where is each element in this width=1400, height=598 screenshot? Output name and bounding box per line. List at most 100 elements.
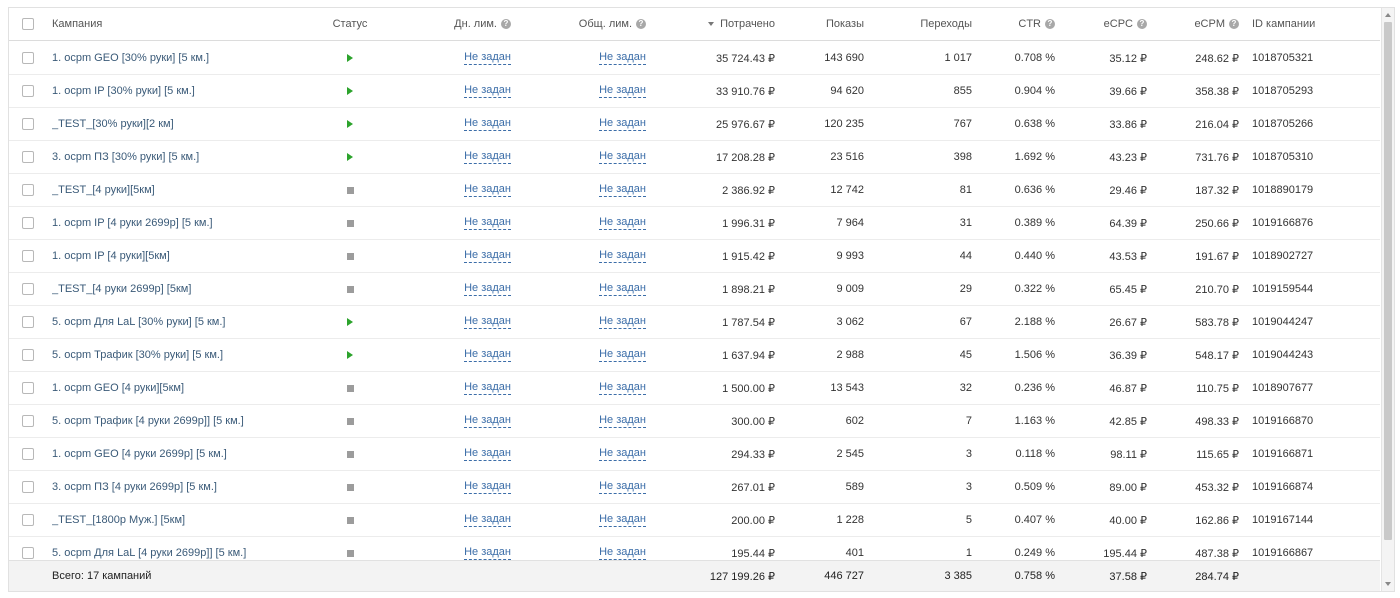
total-limit-link[interactable]: Не задан: [599, 414, 646, 428]
status-cell[interactable]: [320, 471, 380, 503]
total-limit-link[interactable]: Не задан: [599, 513, 646, 527]
row-checkbox-cell[interactable]: [22, 306, 36, 338]
scrollbar-thumb[interactable]: [1384, 22, 1392, 540]
total-limit-link[interactable]: Не задан: [599, 546, 646, 560]
daily-limit-link[interactable]: Не задан: [464, 216, 511, 230]
table-row[interactable]: _TEST_[1800р Муж.] [5км] Не задан Не задан…: [9, 504, 1380, 537]
daily-limit-link[interactable]: Не задан: [464, 480, 511, 494]
campaign-name-link[interactable]: 1. ocpm GEO [4 руки 2699р] [5 км.]: [52, 448, 227, 460]
header-ecpm[interactable]: eCPM?: [1159, 8, 1239, 40]
row-checkbox[interactable]: [22, 217, 34, 229]
row-checkbox[interactable]: [22, 184, 34, 196]
total-limit-link[interactable]: Не задан: [599, 117, 646, 131]
table-row[interactable]: 1. ocpm GEO [4 руки][5км] Не задан Не зада…: [9, 372, 1380, 405]
table-row[interactable]: 1. ocpm IP [30% руки] [5 км.] Не задан Не …: [9, 75, 1380, 108]
play-icon[interactable]: [347, 153, 353, 161]
row-checkbox[interactable]: [22, 85, 34, 97]
stopped-square-icon[interactable]: [346, 483, 354, 491]
row-checkbox[interactable]: [22, 547, 34, 559]
play-icon[interactable]: [347, 351, 353, 359]
total-limit-link[interactable]: Не задан: [599, 381, 646, 395]
row-checkbox-cell[interactable]: [22, 471, 36, 503]
row-checkbox-cell[interactable]: [22, 75, 36, 107]
total-limit-link[interactable]: Не задан: [599, 216, 646, 230]
play-icon[interactable]: [347, 87, 353, 95]
row-checkbox[interactable]: [22, 52, 34, 64]
header-campaign-id[interactable]: ID кампании: [1252, 8, 1352, 40]
stopped-square-icon[interactable]: [346, 285, 354, 293]
total-limit-link[interactable]: Не задан: [599, 249, 646, 263]
row-checkbox[interactable]: [22, 151, 34, 163]
total-limit-link[interactable]: Не задан: [599, 84, 646, 98]
table-row[interactable]: 3. ocpm ПЗ [4 руки 2699р] [5 км.] Не зада…: [9, 471, 1380, 504]
row-checkbox-cell[interactable]: [22, 405, 36, 437]
header-spent[interactable]: Потрачено: [679, 8, 775, 40]
status-cell[interactable]: [320, 339, 380, 371]
play-icon[interactable]: [347, 120, 353, 128]
row-checkbox[interactable]: [22, 283, 34, 295]
row-checkbox-cell[interactable]: [22, 273, 36, 305]
header-impressions[interactable]: Показы: [779, 8, 864, 40]
header-total-limit[interactable]: Общ. лим.?: [575, 8, 646, 40]
campaign-name-link[interactable]: 1. ocpm GEO [30% руки] [5 км.]: [52, 52, 209, 64]
row-checkbox-cell[interactable]: [22, 207, 36, 239]
table-row[interactable]: 3. ocpm ПЗ [30% руки] [5 км.] Не задан Не …: [9, 141, 1380, 174]
help-icon[interactable]: ?: [1045, 19, 1055, 29]
stopped-square-icon[interactable]: [346, 516, 354, 524]
status-cell[interactable]: [320, 108, 380, 140]
header-daily-limit[interactable]: Дн. лим.?: [439, 8, 511, 40]
play-icon[interactable]: [347, 54, 353, 62]
status-cell[interactable]: [320, 42, 380, 74]
total-limit-link[interactable]: Не задан: [599, 150, 646, 164]
status-cell[interactable]: [320, 174, 380, 206]
total-limit-link[interactable]: Не задан: [599, 348, 646, 362]
row-checkbox[interactable]: [22, 514, 34, 526]
row-checkbox[interactable]: [22, 349, 34, 361]
table-row[interactable]: 1. ocpm GEO [4 руки 2699р] [5 км.] Не зад…: [9, 438, 1380, 471]
total-limit-link[interactable]: Не задан: [599, 447, 646, 461]
help-icon[interactable]: ?: [501, 19, 511, 29]
status-cell[interactable]: [320, 405, 380, 437]
stopped-square-icon[interactable]: [346, 417, 354, 425]
status-cell[interactable]: [320, 306, 380, 338]
vertical-scrollbar[interactable]: [1381, 8, 1394, 591]
stopped-square-icon[interactable]: [346, 252, 354, 260]
table-row[interactable]: _TEST_[4 руки][5км] Не задан Не задан 2 386…: [9, 174, 1380, 207]
total-limit-link[interactable]: Не задан: [599, 282, 646, 296]
campaign-name-link[interactable]: 5. ocpm Для LaL [30% руки] [5 км.]: [52, 316, 225, 328]
campaign-name-link[interactable]: 1. ocpm IP [4 руки 2699р] [5 км.]: [52, 217, 213, 229]
help-icon[interactable]: ?: [636, 19, 646, 29]
daily-limit-link[interactable]: Не задан: [464, 348, 511, 362]
row-checkbox[interactable]: [22, 250, 34, 262]
stopped-square-icon[interactable]: [346, 450, 354, 458]
total-limit-link[interactable]: Не задан: [599, 183, 646, 197]
help-icon[interactable]: ?: [1229, 19, 1239, 29]
stopped-square-icon[interactable]: [346, 384, 354, 392]
row-checkbox-cell[interactable]: [22, 339, 36, 371]
stopped-square-icon[interactable]: [346, 549, 354, 557]
campaign-name-link[interactable]: 5. ocpm Трафик [4 руки 2699р]] [5 км.]: [52, 415, 244, 427]
help-icon[interactable]: ?: [1137, 19, 1147, 29]
play-icon[interactable]: [347, 318, 353, 326]
campaign-name-link[interactable]: _TEST_[4 руки 2699р] [5км]: [52, 283, 191, 295]
status-cell[interactable]: [320, 273, 380, 305]
campaign-name-link[interactable]: 3. ocpm ПЗ [4 руки 2699р] [5 км.]: [52, 481, 217, 493]
status-cell[interactable]: [320, 207, 380, 239]
table-row[interactable]: 5. ocpm Трафик [4 руки 2699р]] [5 км.] Не…: [9, 405, 1380, 438]
stopped-square-icon[interactable]: [346, 219, 354, 227]
daily-limit-link[interactable]: Не задан: [464, 249, 511, 263]
row-checkbox-cell[interactable]: [22, 438, 36, 470]
header-ecpc[interactable]: eCPC?: [1069, 8, 1147, 40]
table-row[interactable]: 1. ocpm IP [4 руки 2699р] [5 км.] Не зада…: [9, 207, 1380, 240]
select-all-checkbox[interactable]: [22, 18, 34, 30]
table-row[interactable]: 1. ocpm IP [4 руки][5км] Не задан Не задан…: [9, 240, 1380, 273]
scroll-down-arrow-icon[interactable]: [1385, 582, 1391, 586]
row-checkbox-cell[interactable]: [22, 372, 36, 404]
row-checkbox[interactable]: [22, 481, 34, 493]
row-checkbox-cell[interactable]: [22, 141, 36, 173]
daily-limit-link[interactable]: Не задан: [464, 315, 511, 329]
daily-limit-link[interactable]: Не задан: [464, 513, 511, 527]
status-cell[interactable]: [320, 75, 380, 107]
daily-limit-link[interactable]: Не задан: [464, 84, 511, 98]
campaign-name-link[interactable]: _TEST_[4 руки][5км]: [52, 184, 155, 196]
